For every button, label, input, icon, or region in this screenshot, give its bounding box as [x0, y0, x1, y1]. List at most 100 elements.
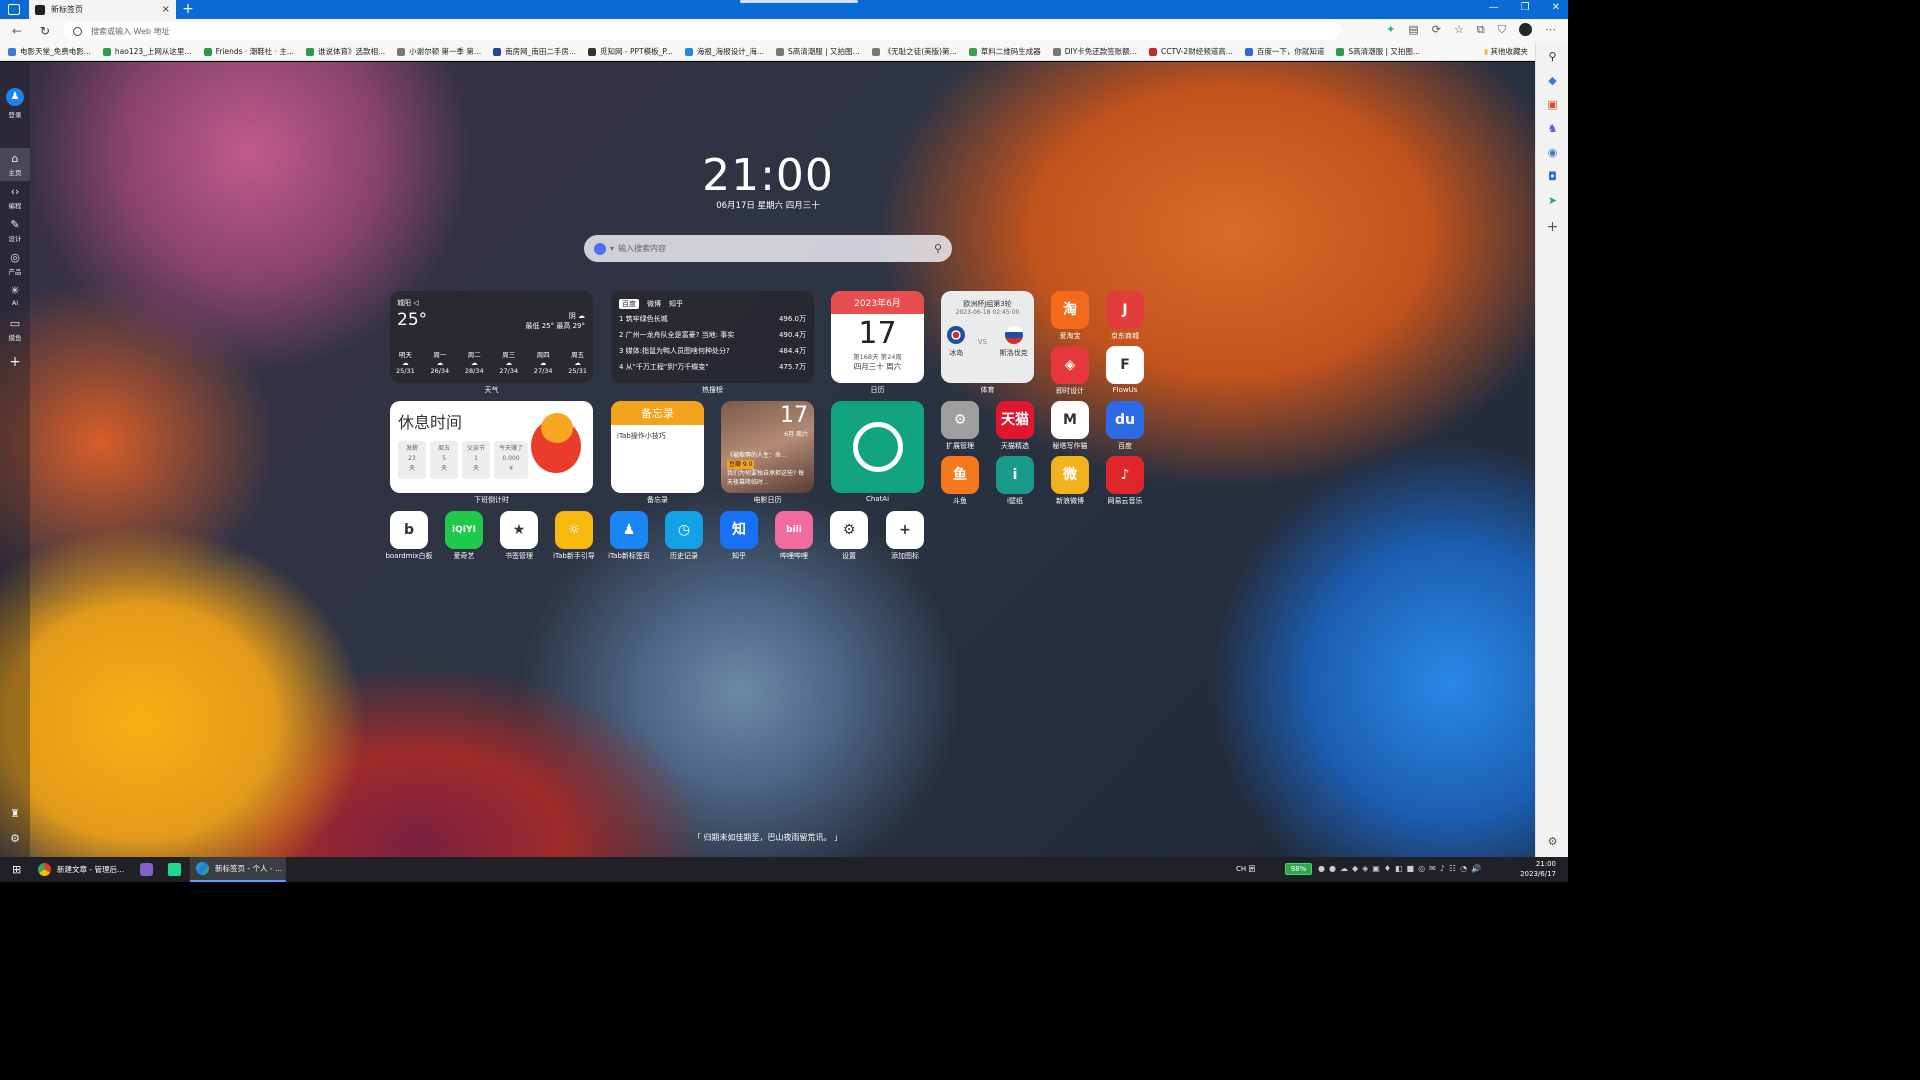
bookmark-item[interactable]: S高清潮服 | 又拍图...	[1336, 46, 1420, 57]
hot-search-widget[interactable]: 百度 微博 知乎 1 筑牢绿色长城 496.0万 2 广州一龙舟队全是富豪? 当地: 事…	[611, 291, 814, 383]
add-category-icon[interactable]: +	[0, 354, 30, 370]
app-icon-1[interactable]: J	[1106, 291, 1144, 329]
app-icon-7[interactable]: du	[1106, 401, 1144, 439]
bookmark-item[interactable]: 觅知网 - PPT模板_P...	[587, 46, 673, 57]
taskbar-vs[interactable]	[134, 857, 159, 882]
search-submit-icon[interactable]: ⚲	[934, 242, 942, 255]
add-sidebar-icon[interactable]: +	[1546, 220, 1559, 234]
bookmark-item[interactable]: 《无耻之徒(美版)第...	[871, 46, 957, 57]
taskbar-pycharm[interactable]	[162, 857, 187, 882]
close-tab-icon[interactable]: ×	[162, 4, 170, 15]
app-icon-5[interactable]: 天猫	[996, 401, 1034, 439]
chatai-widget[interactable]	[831, 401, 924, 493]
taskbar-edge[interactable]: 新标签页 - 个人 - ...	[190, 857, 286, 882]
sidebar-item-code[interactable]: ‹› 编程	[0, 181, 30, 214]
search-engine-icon[interactable]	[594, 242, 606, 255]
sync-icon[interactable]: ⟳	[1432, 23, 1441, 37]
tray-icons[interactable]: ●●☁◆◈▣♦◧■◎✉♪☷◔🔊	[1318, 864, 1485, 873]
refresh-icon[interactable]: ↻	[38, 24, 52, 38]
collections-icon[interactable]: ▤	[1408, 23, 1418, 37]
bookmark-item[interactable]: 电影天堂_免费电影...	[8, 46, 91, 57]
rest-countdown-widget[interactable]: 休息时间 发薪 23 天周五 5 天父亲节 1 天今天赚了 0.000 ¥	[390, 401, 593, 493]
toolbox-icon[interactable]: ▣	[1546, 98, 1559, 111]
app-icon-20[interactable]: ⚙	[830, 511, 868, 549]
maximize-icon[interactable]: ❐	[1521, 2, 1530, 13]
weather-widget[interactable]: 城阳 ◁ 25° 阴 ☁ 最低 25° 最高 29° 明天 ☁ 25/31 周一 ☁ 26…	[390, 291, 593, 383]
new-tab-button[interactable]: +	[181, 0, 195, 19]
tag-icon[interactable]: ◆	[1546, 74, 1559, 87]
minimize-icon[interactable]: —	[1489, 2, 1499, 13]
hot-tab[interactable]: 微博	[647, 299, 661, 309]
skin-icon[interactable]: ♜	[0, 807, 30, 820]
other-bookmarks[interactable]: ▮ 其他收藏夹	[1479, 46, 1528, 57]
bookmark-item[interactable]: Friends · 潮鞋社 · 主...	[203, 46, 294, 57]
bookmark-item[interactable]: 百度一下，你就知道	[1244, 46, 1324, 57]
hot-item[interactable]: 2 广州一龙舟队全是富豪? 当地: 事实 490.4万	[619, 330, 806, 340]
bookmark-item[interactable]: hao123_上网从这里...	[102, 46, 192, 57]
app-icon-12[interactable]: b	[390, 511, 428, 549]
shield-icon[interactable]: ⛉	[1498, 23, 1506, 37]
browser-tab[interactable]: 新标签页 ×	[29, 0, 176, 19]
extension-icon[interactable]: ✦	[1386, 23, 1395, 37]
taskbar-chrome[interactable]: 新建文章 - 管理后...	[32, 857, 128, 882]
send-icon[interactable]: ➤	[1546, 194, 1559, 207]
calendar-widget[interactable]: 2023年6月 17 第168天 第24周 四月三十 周六	[831, 291, 924, 383]
bookmark-item[interactable]: S高清潮服 | 又拍图...	[776, 46, 860, 57]
games-icon[interactable]: ♞	[1546, 122, 1559, 135]
sidebar-item-pen[interactable]: ✎ 设计	[0, 214, 30, 247]
app-icon-16[interactable]: ♟	[610, 511, 648, 549]
movie-calendar-widget[interactable]: 17 6月 周六 《被欺辱的人生：命... 豆瓣 9.0 我们为何要独自承担这些…	[721, 401, 814, 493]
more-icon[interactable]: ⋯	[1545, 23, 1556, 37]
app-icon-15[interactable]: ☼	[555, 511, 593, 549]
bookmark-item[interactable]: 海报_海报设计_海...	[684, 46, 764, 57]
app-icon-11[interactable]: ♪	[1106, 456, 1144, 494]
sidebar-item-ai[interactable]: ✳ AI	[0, 280, 30, 311]
login-button[interactable]: ♟ 登录	[0, 88, 30, 119]
back-icon[interactable]: ←	[10, 24, 24, 38]
app-icon-2[interactable]: ◈	[1051, 346, 1089, 384]
app-icon-8[interactable]: 鱼	[941, 456, 979, 494]
app-icon-21[interactable]: +	[886, 511, 924, 549]
bookmark-item[interactable]: 草料二维码生成器	[968, 46, 1041, 57]
app-icon-10[interactable]: 微	[1051, 456, 1089, 494]
sidebar-item-fish[interactable]: ▭ 摸鱼	[0, 313, 30, 346]
hot-tab[interactable]: 知乎	[669, 299, 683, 309]
address-bar[interactable]: 搜索或输入 Web 地址	[63, 22, 1340, 40]
favorites-icon[interactable]: ☆	[1454, 23, 1464, 37]
app-icon-19[interactable]: bili	[775, 511, 813, 549]
hot-item[interactable]: 3 媒体:指鼠为鸭人员图啥何种处分? 484.4万	[619, 346, 806, 356]
battery-indicator[interactable]: 98%	[1285, 863, 1312, 875]
app-icon-17[interactable]: ◷	[665, 511, 703, 549]
sport-widget[interactable]: 欧洲杯J组第3轮 2023-06-18 02:45:00 冰岛 VS 斯洛伐克	[941, 291, 1034, 383]
app-icon-18[interactable]: 知	[720, 511, 758, 549]
tab-actions-icon[interactable]	[8, 4, 20, 15]
app-icon-9[interactable]: i	[996, 456, 1034, 494]
bookmark-item[interactable]: 谁说体育》选款相...	[306, 46, 385, 57]
start-button[interactable]: ⊞	[6, 857, 21, 882]
memo-widget[interactable]: 备忘录 iTab操作小技巧	[611, 401, 704, 493]
split-screen-icon[interactable]: ⧉	[1477, 23, 1485, 37]
search-box[interactable]: ▾ 输入搜索内容 ⚲	[584, 235, 952, 262]
office-icon[interactable]: ◉	[1546, 146, 1559, 159]
app-icon-0[interactable]: 淘	[1051, 291, 1089, 329]
bookmark-item[interactable]: 小谢尔顿 第一季 第...	[397, 46, 481, 57]
outlook-icon[interactable]: ◘	[1546, 170, 1559, 183]
taskbar-clock[interactable]: 21:00 2023/6/17	[1520, 859, 1556, 879]
app-icon-3[interactable]: F	[1106, 346, 1144, 384]
hot-item[interactable]: 4 从"千万工程"到"万千蝶变" 475.7万	[619, 362, 806, 372]
sidebar-item-product[interactable]: ◎ 产品	[0, 247, 30, 280]
app-icon-6[interactable]: M	[1051, 401, 1089, 439]
sidebar-settings-icon[interactable]: ⚙	[1546, 835, 1559, 848]
profile-avatar[interactable]	[1519, 23, 1532, 36]
chevron-down-icon[interactable]: ▾	[610, 244, 614, 253]
hot-item[interactable]: 1 筑牢绿色长城 496.0万	[619, 314, 806, 324]
search-sidebar-icon[interactable]: ⚲	[1546, 50, 1559, 63]
ime-indicator[interactable]: CH 囲	[1236, 864, 1255, 874]
hot-tab[interactable]: 百度	[619, 299, 639, 309]
bookmark-item[interactable]: DIY卡免还款签账额...	[1052, 46, 1137, 57]
app-icon-14[interactable]: ★	[500, 511, 538, 549]
app-icon-4[interactable]: ⚙	[941, 401, 979, 439]
app-icon-13[interactable]: iQIYI	[445, 511, 483, 549]
bookmark-item[interactable]: 南房网_南田二手房...	[493, 46, 576, 57]
close-window-icon[interactable]: ✕	[1552, 2, 1560, 13]
